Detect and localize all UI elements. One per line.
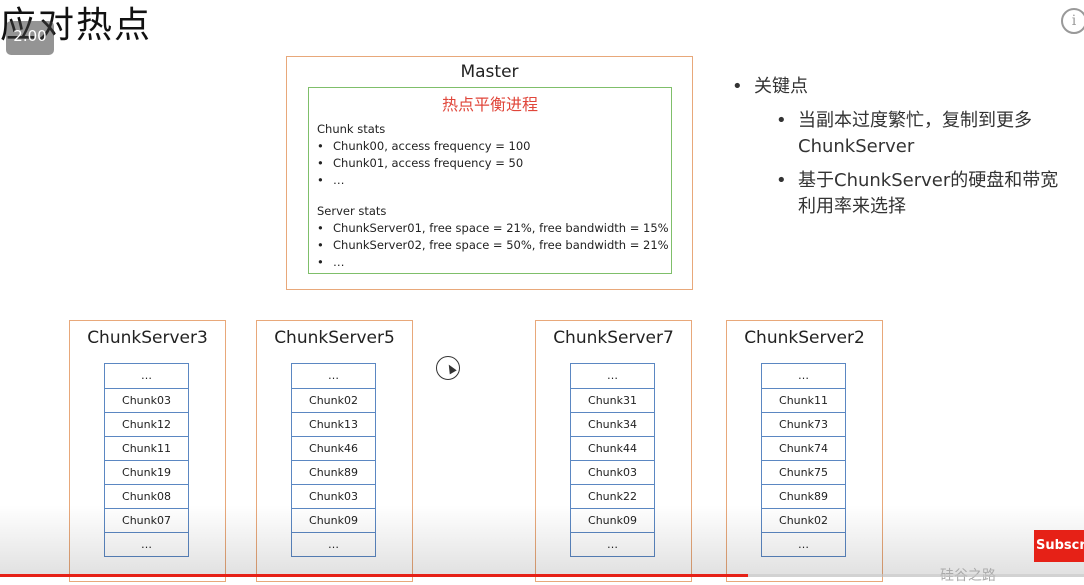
chunkserver-box: ChunkServer5 … Chunk02 Chunk13 Chunk46 C…	[256, 320, 413, 582]
chunkserver-box: ChunkServer2 … Chunk11 Chunk73 Chunk74 C…	[726, 320, 883, 582]
chunk-cell: Chunk19	[104, 460, 189, 485]
hotspot-balance-box: 热点平衡进程 Chunk stats Chunk00, access frequ…	[308, 87, 672, 274]
chunk-cell: Chunk02	[761, 508, 846, 533]
chunk-cell: Chunk75	[761, 460, 846, 485]
chunk-cell: Chunk74	[761, 436, 846, 461]
chunk-cell: Chunk08	[104, 484, 189, 509]
chunk-cell: Chunk89	[761, 484, 846, 509]
chunkserver-box: ChunkServer3 … Chunk03 Chunk12 Chunk11 C…	[69, 320, 226, 582]
chunkserver-name: ChunkServer5	[274, 328, 395, 348]
chunk-cell: Chunk11	[104, 436, 189, 461]
chunk-cell: Chunk09	[291, 508, 376, 533]
master-title: Master	[460, 62, 519, 82]
playback-speed-badge[interactable]: 2.00	[6, 21, 54, 55]
chunk-cell: Chunk09	[570, 508, 655, 533]
info-icon[interactable]: i	[1061, 8, 1084, 34]
key-point-item: • 基于ChunkServer的硬盘和带宽利用率来选择	[776, 170, 1059, 217]
chunkserver-name: ChunkServer7	[553, 328, 674, 348]
chunk-cell: …	[761, 532, 846, 557]
chunk-cell: …	[761, 363, 846, 389]
key-points: • 关键点 • 当副本过度繁忙，复制到更多ChunkServer • 基于ChunkS…	[732, 74, 1066, 220]
key-point-item: • 当副本过度繁忙，复制到更多ChunkServer	[776, 110, 1032, 157]
chunkserver-name: ChunkServer3	[87, 328, 208, 348]
chunkserver-name: ChunkServer2	[744, 328, 865, 348]
chunk-cell: …	[104, 532, 189, 557]
chunk-cell: …	[104, 363, 189, 389]
chunk-cell: Chunk46	[291, 436, 376, 461]
master-box: Master 热点平衡进程 Chunk stats Chunk00, acces…	[286, 56, 693, 290]
chunk-stat-item: …	[317, 172, 671, 189]
chunk-cell: Chunk73	[761, 412, 846, 437]
chunk-cell: Chunk03	[104, 388, 189, 413]
chunk-cell: …	[570, 532, 655, 557]
chunkserver-box: ChunkServer7 … Chunk31 Chunk34 Chunk44 C…	[535, 320, 692, 582]
chunk-cell: …	[291, 532, 376, 557]
chunk-cell: Chunk11	[761, 388, 846, 413]
chunk-cell: …	[291, 363, 376, 389]
chunk-cell: Chunk03	[291, 484, 376, 509]
subscribe-button[interactable]: Subscribe	[1034, 530, 1084, 562]
server-stat-item: ChunkServer01, free space = 21%, free ba…	[317, 220, 671, 237]
chunk-cell: …	[570, 363, 655, 389]
stats-block: Chunk stats Chunk00, access frequency = …	[309, 121, 671, 271]
chunk-stat-item: Chunk00, access frequency = 100	[317, 138, 671, 155]
chunk-cell: Chunk07	[104, 508, 189, 533]
balance-title: 热点平衡进程	[441, 95, 538, 114]
server-stat-item: ChunkServer02, free space = 50%, free ba…	[317, 237, 671, 254]
chunk-cell: Chunk13	[291, 412, 376, 437]
chunk-cell: Chunk89	[291, 460, 376, 485]
chunk-stat-item: Chunk01, access frequency = 50	[317, 155, 671, 172]
chunk-cell: Chunk02	[291, 388, 376, 413]
chunk-cell: Chunk44	[570, 436, 655, 461]
chunk-cell: Chunk03	[570, 460, 655, 485]
cursor-icon	[436, 356, 460, 380]
chunk-cell: Chunk22	[570, 484, 655, 509]
chunk-cell: Chunk31	[570, 388, 655, 413]
server-stats-header: Server stats	[317, 204, 387, 218]
chunk-cell: Chunk34	[570, 412, 655, 437]
server-stat-item: …	[317, 254, 671, 271]
key-points-header: 关键点	[754, 76, 808, 97]
chunk-cell: Chunk12	[104, 412, 189, 437]
chunk-stats-header: Chunk stats	[317, 122, 386, 136]
